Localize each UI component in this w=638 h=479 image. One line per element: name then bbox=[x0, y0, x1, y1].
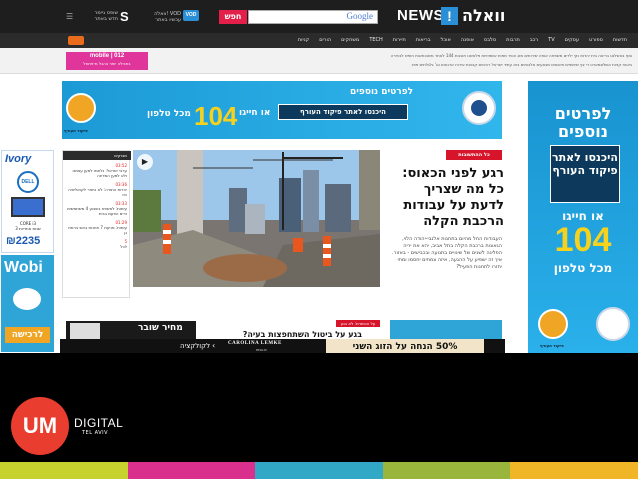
search-input[interactable]: Google bbox=[248, 10, 378, 24]
dell-logo-icon: DELL bbox=[17, 171, 39, 193]
sky-cta-button[interactable]: היכנסו לאתר פיקוד העורף bbox=[550, 145, 620, 203]
home-front-command-logo-icon bbox=[462, 91, 496, 125]
right-skyscraper-ad[interactable]: לפרטים נוספים היכנסו לאתר פיקוד העורף או… bbox=[528, 81, 638, 353]
color-stripe-segment bbox=[255, 462, 383, 479]
sky-call-text-b: מכל טלפון bbox=[553, 261, 613, 275]
nav-item[interactable]: תיירות bbox=[388, 33, 411, 48]
ivory-brand: Ivory bbox=[5, 153, 32, 165]
nav-item[interactable]: חדשות bbox=[608, 33, 632, 48]
menu-grid-icon[interactable]: ☰ bbox=[66, 12, 73, 21]
banner-top-text: לפרטים נוספים bbox=[350, 87, 414, 97]
strip-item-text: לכל bbox=[120, 244, 127, 249]
brand-city: BERLIN bbox=[256, 348, 267, 352]
sky-number: 104 bbox=[554, 221, 612, 259]
ivory-price: ₪2235 bbox=[6, 235, 41, 247]
nav-item[interactable]: סלבס bbox=[479, 33, 501, 48]
sky-phone-label: פיקוד העורף bbox=[540, 343, 564, 348]
banner-call-text-a: מכל טלפון bbox=[147, 109, 191, 119]
strip-item[interactable]: 01:29 עימות: מניעת 7 תחנות באש ברמת גן bbox=[67, 220, 127, 235]
laptop-icon bbox=[11, 197, 45, 217]
um-city-label: TEL AVIV bbox=[82, 430, 109, 436]
sky-phone-app-icon bbox=[538, 309, 568, 339]
secondary-headline[interactable]: בגע על ביטול השתחפצות בעיה? bbox=[212, 330, 362, 339]
strip-items: 03:52 ערבי ישראל: נלחמו למען עצמנו ולא למ… bbox=[67, 163, 127, 253]
strip-item-text: ערבי ישראל: נלחמו למען עצמנו ולא למען המ… bbox=[72, 168, 128, 178]
banner-cta-button[interactable]: היכנסו לאתר פיקוד העורף bbox=[278, 104, 408, 120]
strip-item[interactable]: 03:33 עימות: לאשפוז בשבוע 4 משתמשים זרים … bbox=[67, 201, 127, 216]
nav-item[interactable]: אופנה bbox=[456, 33, 479, 48]
nav-item[interactable]: הורים bbox=[314, 33, 336, 48]
video-play-icon[interactable]: ▶ bbox=[137, 154, 153, 170]
search-button[interactable]: חפש bbox=[219, 10, 247, 24]
s-promo-text[interactable]: שופס גיימר חדש באתר bbox=[88, 10, 118, 22]
color-stripe-segment bbox=[510, 462, 638, 479]
wobi-ad[interactable]: Wobi לרכישה bbox=[1, 255, 54, 352]
vod-promo-text[interactable]: וואלה! VOD עכשיו באתר bbox=[145, 11, 181, 23]
strip-item[interactable]: 5 לכל bbox=[67, 239, 127, 249]
collection-link[interactable]: לקולקציה bbox=[180, 342, 210, 350]
nav-item[interactable]: TV bbox=[543, 33, 559, 48]
sky-top-text: לפרטים נוספים bbox=[554, 104, 612, 141]
nav-item[interactable]: TECH bbox=[364, 33, 387, 48]
sky-home-front-logo-icon bbox=[596, 307, 630, 341]
presentation-footer bbox=[0, 353, 638, 462]
logo-walla-text[interactable]: וואלה bbox=[462, 6, 505, 25]
wobi-cta-button[interactable]: לרכישה bbox=[5, 327, 50, 343]
color-stripe-segment bbox=[0, 462, 128, 479]
strip-item[interactable]: 03:36 יהדות התורה: לא נחזור לקואליציה כזו bbox=[67, 182, 127, 197]
carolina-lemke-brand: CAROLINA LEMKE bbox=[228, 341, 282, 346]
nav-item[interactable]: עסקים bbox=[560, 33, 584, 48]
strip-item-text: יהדות התורה: לא נחזור לקואליציה כזו bbox=[68, 187, 127, 197]
lead-story-tag[interactable]: כל ההתשובות bbox=[446, 150, 502, 160]
lead-story-body: העבודות החל מהיום בתחנות אלנבי-יהודה הלו… bbox=[392, 236, 502, 270]
breaking-news-strip: מבזקים 03:52 ערבי ישראל: נלחמו למען עצמנו… bbox=[62, 150, 131, 298]
home-front-banner-ad[interactable]: פיקוד העורף מכל טלפון 104 או חייגו לפרטי… bbox=[62, 81, 502, 139]
nav-item[interactable]: קניות bbox=[293, 33, 314, 48]
secondary-tag[interactable]: על הכותרת: לא בגע bbox=[336, 320, 380, 327]
nav-item[interactable]: רכב bbox=[525, 33, 543, 48]
vod-badge[interactable]: VOD bbox=[183, 10, 199, 21]
lead-story-headline[interactable]: רגע לפני הכאוס: כל מה שצריך לדעת על עבוד… bbox=[388, 166, 504, 230]
strip-item-text: עימות: לאשפוז בשבוע 4 משתמשים זרים הפעם … bbox=[67, 206, 127, 216]
ivory-description: CORE i3 3 שנות אחריות bbox=[15, 221, 41, 231]
nav-item[interactable]: אוכל bbox=[436, 33, 456, 48]
nav-item[interactable]: תרבות bbox=[501, 33, 525, 48]
logo-news-text[interactable]: NEWS bbox=[397, 7, 444, 24]
um-digital-label: DIGITAL bbox=[74, 416, 124, 430]
nav-item[interactable]: משחקים bbox=[336, 33, 364, 48]
mobile-ad-subtitle: בחבילה יותר בהכל מ-פתחל bbox=[83, 61, 131, 66]
strip-header: מבזקים bbox=[63, 151, 131, 160]
top-header: ☰ שופס גיימר חדש באתר S וואלה! VOD עכשיו… bbox=[0, 0, 638, 33]
nav-item[interactable]: בריאות bbox=[411, 33, 436, 48]
ivory-ad[interactable]: Ivory DELL CORE i3 3 שנות אחריות ₪2235 bbox=[1, 150, 54, 253]
color-stripe-segment bbox=[382, 462, 511, 479]
color-stripe-bar bbox=[0, 462, 638, 479]
banner-call-text-b: או חייגו bbox=[239, 108, 271, 118]
logo-exclamation-icon[interactable]: ! bbox=[441, 7, 458, 25]
wobi-brand: Wobi bbox=[4, 259, 43, 276]
google-brand-label: Google bbox=[346, 11, 374, 21]
strip-item-text: עימות: מניעת 7 תחנות באש ברמת גן bbox=[68, 225, 127, 235]
chevron-left-icon[interactable]: ‹ bbox=[212, 341, 215, 350]
banner-phone-label: פיקוד העורף bbox=[64, 128, 88, 133]
mobile-ad-title: mobile | 012 bbox=[89, 53, 125, 59]
subnav-row-2[interactable]: ביטוח קניות אשלסמארט רי צץ שיתופים פיננס… bbox=[72, 62, 632, 67]
subnav-row-1[interactable]: סוף באשלנט בריאה בית יהדות נקי ילדים משפ… bbox=[72, 53, 632, 58]
car-icon bbox=[13, 288, 41, 310]
strip-item[interactable]: 03:52 ערבי ישראל: נלחמו למען עצמנו ולא למ… bbox=[67, 163, 128, 178]
phone-app-icon bbox=[66, 93, 96, 123]
logo-emblem-icon bbox=[471, 100, 487, 116]
um-logo-icon: UM bbox=[11, 397, 69, 455]
price-breaker-text: מחיר שובר bbox=[138, 323, 183, 333]
color-stripe-segment bbox=[127, 462, 256, 479]
banner-number: 104 bbox=[194, 101, 238, 131]
lead-story-photo[interactable]: ▶ bbox=[133, 150, 380, 287]
nav-list: חדשות ספורט עסקים TV רכב תרבות סלבס אופנה אוכל בר… bbox=[293, 33, 632, 48]
shop-badge-icon[interactable] bbox=[68, 36, 84, 45]
mobile-012-ad[interactable]: mobile | 012 בחבילה יותר בהכל מ-פתחל bbox=[66, 52, 148, 70]
nav-item[interactable]: ספורט bbox=[584, 33, 608, 48]
main-nav: חדשות ספורט עסקים TV רכב תרבות סלבס אופנה אוכל בר… bbox=[0, 33, 638, 48]
s-logo-icon[interactable]: S bbox=[120, 9, 129, 24]
construction-scene-image bbox=[133, 150, 380, 287]
